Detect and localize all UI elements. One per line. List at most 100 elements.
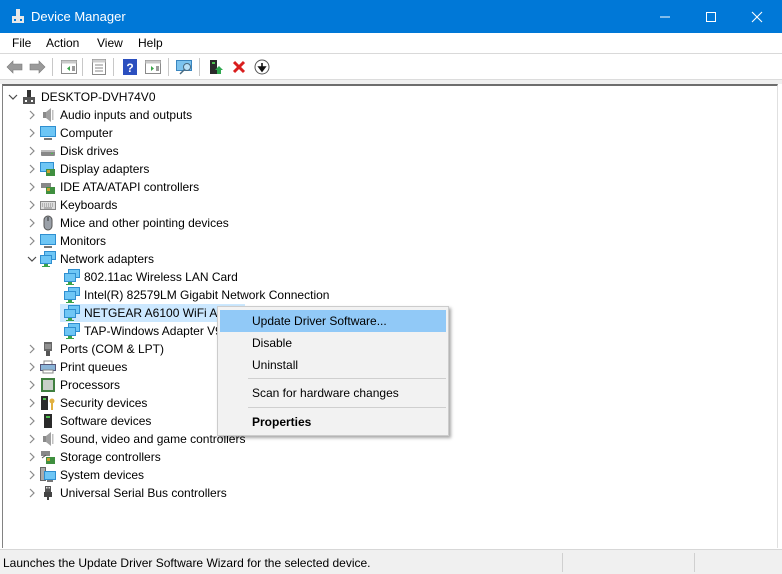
tree-category-keyboards[interactable]: Keyboards	[24, 196, 117, 214]
update-driver-button[interactable]	[206, 57, 226, 77]
toolbar-separator	[52, 58, 53, 76]
menu-file[interactable]: File	[12, 36, 31, 50]
tree-category-software-devices[interactable]: Software devices	[24, 412, 151, 430]
menu-action[interactable]: Action	[46, 36, 79, 50]
properties-button[interactable]	[89, 57, 109, 77]
expand-chevron-icon[interactable]	[24, 376, 40, 394]
menu-item-scan-for-hardware-changes[interactable]: Scan for hardware changes	[220, 382, 446, 404]
show-action-pane-button[interactable]	[143, 57, 163, 77]
menu-separator	[248, 378, 446, 379]
menu-item-uninstall[interactable]: Uninstall	[220, 354, 446, 376]
tree-node-label: Security devices	[60, 396, 148, 410]
menu-view[interactable]: View	[97, 36, 123, 50]
tree-category-mice-and-other-pointing-devices[interactable]: Mice and other pointing devices	[24, 214, 229, 232]
status-bar: Launches the Update Driver Software Wiza…	[0, 549, 782, 574]
tree-node-label: Display adapters	[60, 162, 150, 176]
maximize-icon	[706, 11, 716, 22]
tree-category-disk-drives[interactable]: Disk drives	[24, 142, 119, 160]
show-hide-console-tree-icon	[61, 60, 77, 74]
network-adapter-icon	[64, 323, 80, 339]
tree-category-universal-serial-bus-controllers[interactable]: Universal Serial Bus controllers	[24, 484, 227, 502]
uninstall-device-button[interactable]	[229, 57, 249, 77]
forward-arrow-icon	[29, 60, 46, 74]
tree-node-label: Software devices	[60, 414, 152, 428]
monitor-icon	[40, 233, 56, 249]
toolbar-separator	[113, 58, 114, 76]
tree-node-label: Processors	[60, 378, 121, 392]
tree-node-label: Mice and other pointing devices	[60, 216, 229, 230]
minimize-icon	[660, 16, 670, 17]
collapse-chevron-icon[interactable]	[24, 250, 40, 268]
tree-root[interactable]: DESKTOP-DVH74V0	[5, 88, 156, 106]
back-button[interactable]	[5, 57, 25, 77]
minimize-button[interactable]	[642, 0, 688, 33]
expand-chevron-icon[interactable]	[24, 448, 40, 466]
expand-chevron-icon[interactable]	[24, 430, 40, 448]
collapse-chevron-icon[interactable]	[5, 88, 21, 106]
tree-node-label: 802.11ac Wireless LAN Card	[84, 270, 238, 284]
tree-node-label: Disk drives	[60, 144, 119, 158]
tree-category-processors[interactable]: Processors	[24, 376, 120, 394]
expand-chevron-icon[interactable]	[24, 106, 40, 124]
tree-category-storage-controllers[interactable]: Storage controllers	[24, 448, 161, 466]
expand-chevron-icon[interactable]	[24, 178, 40, 196]
expand-chevron-icon[interactable]	[24, 412, 40, 430]
expand-chevron-icon[interactable]	[24, 160, 40, 178]
tree-category-print-queues[interactable]: Print queues	[24, 358, 127, 376]
network-adapter-icon	[64, 287, 80, 303]
tree-category-network-adapters[interactable]: Network adapters	[24, 250, 154, 268]
expand-chevron-icon[interactable]	[24, 142, 40, 160]
tree-category-ide-ata-atapi-controllers[interactable]: IDE ATA/ATAPI controllers	[24, 178, 199, 196]
maximize-button[interactable]	[688, 0, 734, 33]
usb-icon	[40, 485, 56, 501]
properties-icon	[92, 59, 106, 75]
tree-category-system-devices[interactable]: System devices	[24, 466, 144, 484]
tree-device-intel-r-82579lm-gigabit-network-connection[interactable]: Intel(R) 82579LM Gigabit Network Connect…	[60, 286, 329, 304]
expand-chevron-icon[interactable]	[24, 196, 40, 214]
menu-item-disable[interactable]: Disable	[220, 332, 446, 354]
tree-node-label: TAP-Windows Adapter V9	[84, 324, 222, 338]
tree-node-label: Universal Serial Bus controllers	[60, 486, 227, 500]
expand-chevron-icon[interactable]	[24, 340, 40, 358]
expand-chevron-icon[interactable]	[24, 484, 40, 502]
port-icon	[40, 341, 56, 357]
monitor-icon	[40, 125, 56, 141]
tree-node-label: Storage controllers	[60, 450, 161, 464]
tree-category-display-adapters[interactable]: Display adapters	[24, 160, 149, 178]
expand-chevron-icon[interactable]	[24, 232, 40, 250]
tree-node-label: IDE ATA/ATAPI controllers	[60, 180, 200, 194]
show-hide-console-tree-button[interactable]	[59, 57, 79, 77]
menu-item-properties[interactable]: Properties	[220, 411, 446, 433]
forward-button[interactable]	[27, 57, 47, 77]
expand-chevron-icon[interactable]	[24, 466, 40, 484]
scan-hardware-icon	[176, 60, 192, 75]
tree-device-tap-windows-adapter-v9[interactable]: TAP-Windows Adapter V9	[60, 322, 222, 340]
disk-drive-icon	[40, 143, 56, 159]
tree-node-label: Print queues	[60, 360, 128, 374]
tree-category-computer[interactable]: Computer	[24, 124, 113, 142]
processor-icon	[40, 377, 56, 393]
help-button[interactable]: ?	[120, 57, 140, 77]
expand-chevron-icon[interactable]	[24, 358, 40, 376]
menu-help[interactable]: Help	[138, 36, 163, 50]
tree-category-security-devices[interactable]: Security devices	[24, 394, 147, 412]
scan-hardware-button[interactable]	[175, 57, 195, 77]
expand-chevron-icon[interactable]	[24, 394, 40, 412]
disable-device-button[interactable]	[252, 57, 272, 77]
expand-chevron-icon[interactable]	[24, 124, 40, 142]
status-text: Launches the Update Driver Software Wiza…	[3, 556, 371, 570]
uninstall-device-icon	[232, 60, 246, 74]
speaker-icon	[40, 431, 56, 447]
tree-category-sound-video-and-game-controllers[interactable]: Sound, video and game controllers	[24, 430, 245, 448]
tree-category-monitors[interactable]: Monitors	[24, 232, 106, 250]
close-button[interactable]	[734, 0, 780, 33]
computer-root-icon	[21, 89, 37, 105]
tree-category-audio-inputs-and-outputs[interactable]: Audio inputs and outputs	[24, 106, 192, 124]
tree-device-802-11ac-wireless-lan-card[interactable]: 802.11ac Wireless LAN Card	[60, 268, 238, 286]
expand-chevron-icon[interactable]	[24, 214, 40, 232]
toolbar-separator	[82, 58, 83, 76]
menu-item-update-driver-software[interactable]: Update Driver Software...	[220, 310, 446, 332]
menu-separator	[248, 407, 446, 408]
tree-category-ports-com-lpt[interactable]: Ports (COM & LPT)	[24, 340, 164, 358]
show-action-pane-icon	[145, 60, 161, 74]
